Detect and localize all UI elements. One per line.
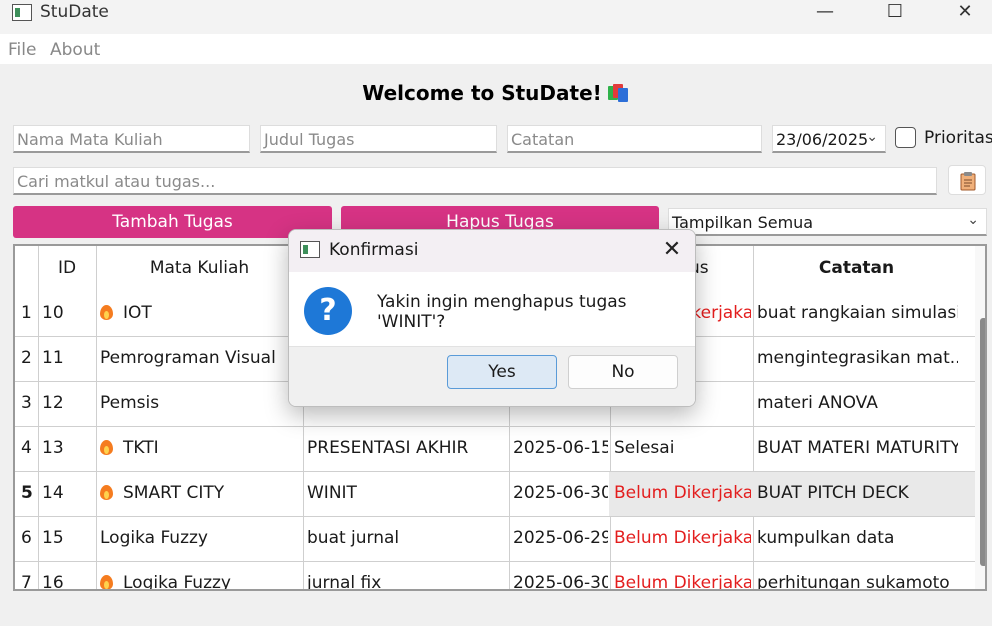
column-header[interactable]: Catatan (753, 258, 960, 278)
cell-deadline: 2025-06-30 (513, 483, 608, 503)
row-number[interactable]: 1 (21, 303, 38, 323)
scrollbar-thumb[interactable] (980, 318, 985, 566)
cell-notes: materi ANOVA (757, 393, 878, 413)
cell-status: Belum Dikerjakan (614, 573, 751, 591)
dialog-title-bar: Konfirmasi ✕ (289, 230, 695, 272)
cell-id: 15 (42, 528, 64, 548)
cell-deadline: 2025-06-15 (513, 438, 608, 458)
cell-notes: mengintegrasikan mat... (757, 348, 958, 368)
cell-course: Logika Fuzzy (100, 573, 301, 591)
app-icon (300, 241, 320, 258)
notes-input[interactable]: Catatan (507, 125, 762, 153)
confirm-dialog: Konfirmasi ✕ ? Yakin ingin menghapus tug… (288, 229, 696, 407)
cell-notes: BUAT PITCH DECK (757, 483, 909, 503)
priority-checkbox[interactable] (895, 127, 916, 148)
course-text: SMART CITY (123, 483, 225, 503)
dialog-title: Konfirmasi (329, 240, 419, 260)
cell-course: Pemrograman Visual (100, 348, 276, 368)
course-text: IOT (123, 303, 152, 323)
search-input[interactable]: Cari matkul atau tugas... (13, 167, 937, 195)
grid-line (38, 246, 39, 589)
priority-label: Prioritas (924, 128, 992, 148)
menu-bar: File About (0, 34, 992, 64)
grid-line (753, 246, 754, 589)
cell-status: Belum Dikerjakan (614, 528, 751, 548)
grid-line (15, 561, 975, 562)
add-task-button[interactable]: Tambah Tugas (13, 206, 332, 238)
grid-line (15, 426, 975, 427)
clipboard-icon (960, 172, 976, 191)
fire-icon (100, 573, 113, 589)
cell-task: jurnal fix (307, 573, 382, 591)
app-icon (12, 4, 32, 21)
fire-icon (100, 483, 113, 500)
cell-course: Pemsis (100, 393, 160, 413)
cell-notes: BUAT MATERI MATURITY (757, 438, 958, 458)
chevron-down-icon: ⌄ (967, 212, 979, 228)
cell-id: 12 (42, 393, 64, 413)
column-header[interactable]: ID (38, 258, 96, 278)
cell-status: Belum Dikerjakan (614, 483, 751, 503)
grid-line (96, 246, 97, 589)
course-name-input[interactable]: Nama Mata Kuliah (13, 125, 250, 153)
cell-course: TKTI (100, 438, 301, 458)
cell-notes: perhitungan sukamoto (757, 573, 950, 591)
chevron-down-icon: ⌄ (866, 129, 878, 145)
welcome-text: Welcome to StuDate! (362, 81, 602, 105)
cell-notes: kumpulkan data (757, 528, 895, 548)
cell-course: Logika Fuzzy (100, 528, 208, 548)
task-title-input[interactable]: Judul Tugas (260, 125, 497, 153)
cell-task: WINIT (307, 483, 357, 503)
maximize-button[interactable]: ☐ (872, 0, 918, 30)
row-number[interactable]: 7 (21, 573, 38, 589)
fire-icon (100, 438, 113, 455)
title-bar: StuDate — ☐ ✕ (0, 0, 992, 34)
grid-line (15, 516, 975, 517)
deadline-date-picker[interactable]: 23/06/2025 ⌄ (772, 125, 886, 153)
cell-id: 13 (42, 438, 64, 458)
row-number[interactable]: 4 (21, 438, 38, 458)
page-title: Welcome to StuDate! (0, 81, 992, 105)
row-number[interactable]: 6 (21, 528, 38, 548)
menu-about[interactable]: About (50, 40, 100, 60)
window-title: StuDate (40, 2, 109, 22)
dialog-close-button[interactable]: ✕ (657, 236, 687, 266)
cell-notes: buat rangkaian simulasi (757, 303, 958, 323)
cell-id: 11 (42, 348, 64, 368)
row-number[interactable]: 2 (21, 348, 38, 368)
cell-id: 14 (42, 483, 64, 503)
menu-file[interactable]: File (8, 40, 36, 60)
yes-button[interactable]: Yes (447, 355, 557, 389)
row-number[interactable]: 3 (21, 393, 38, 413)
filter-dropdown[interactable]: Tampilkan Semua ⌄ (668, 208, 987, 236)
cell-course: IOT (100, 303, 301, 323)
clipboard-button[interactable] (948, 165, 986, 195)
cell-status: Selesai (614, 438, 675, 458)
cell-deadline: 2025-06-30 (513, 573, 608, 591)
cell-task: buat jurnal (307, 528, 400, 548)
minimize-button[interactable]: — (802, 0, 848, 30)
course-text: Logika Fuzzy (123, 573, 231, 591)
cell-id: 10 (42, 303, 64, 323)
cell-deadline: 2025-06-29 (513, 528, 608, 548)
cell-course: SMART CITY (100, 483, 301, 503)
column-header[interactable]: Mata Kuliah (96, 258, 303, 278)
cell-task: PRESENTASI AKHIR (307, 438, 469, 458)
books-icon (607, 82, 630, 102)
date-value: 23/06/2025 (776, 130, 869, 149)
course-text: TKTI (123, 438, 159, 458)
question-icon: ? (304, 287, 352, 335)
row-number[interactable]: 5 (21, 483, 38, 503)
cell-id: 16 (42, 573, 64, 591)
dialog-message: Yakin ingin menghapus tugas 'WINIT'? (377, 292, 627, 332)
no-button[interactable]: No (568, 355, 678, 389)
fire-icon (100, 303, 113, 320)
close-window-button[interactable]: ✕ (942, 0, 988, 30)
